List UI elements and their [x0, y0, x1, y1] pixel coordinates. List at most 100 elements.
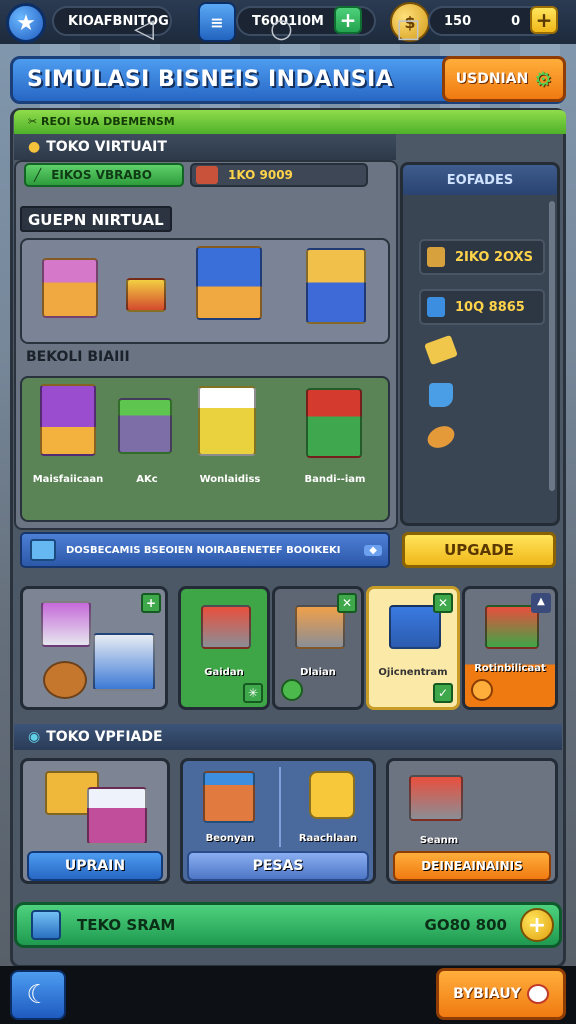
upgrade-card-2-caption-left: Beonyan	[205, 833, 255, 844]
upgrade-card-2[interactable]: Beonyan Raachlaan PESAS	[180, 758, 376, 884]
upgrade-card-3-caption: Seanm	[419, 835, 459, 846]
chat-bubble-icon	[526, 984, 549, 1004]
upgrade-card-1[interactable]: UPRAIN	[20, 758, 170, 884]
side-panel: EOFADES 2IKO 2OXS 10Q 8865	[400, 162, 560, 526]
upgrade-card-3-button-label: DEINEAINAINIS	[421, 859, 523, 873]
add-card-button[interactable]: +	[141, 593, 161, 613]
cart-card-3-label: Ojicnentram	[378, 667, 448, 678]
upgrade-info-text: DOSBECAMIS BSEOIEN NOIRABENETEF BOOIKEKI	[66, 544, 341, 556]
blue-box-icon	[427, 297, 445, 317]
leaf-icon[interactable]	[281, 679, 303, 701]
building-icon	[41, 601, 91, 647]
counter-icon-blue	[93, 633, 155, 691]
upgrade-card-3[interactable]: Seanm DEINEAINAINIS	[386, 758, 558, 884]
leaf-badge-icon: ◉	[28, 729, 41, 745]
settings-button[interactable]: USDNIAN ⚙	[442, 56, 566, 102]
yellow-bin-icon[interactable]	[198, 386, 256, 456]
pencil-icon: ╱	[34, 168, 42, 182]
profile-star-icon[interactable]: ★	[6, 3, 46, 43]
upgrade-card-2-button[interactable]: PESAS	[187, 851, 369, 881]
upgrade-button[interactable]: UPGADE	[402, 532, 556, 568]
gems-secondary-value: 0	[511, 13, 521, 29]
green-status-chip[interactable]: ╱ EIKOS VBRABO	[24, 163, 184, 187]
cart-card-3[interactable]: Ojicnentram ✕ ✓	[366, 586, 460, 710]
add-gems-button[interactable]: +	[530, 6, 558, 34]
cart-card-3-close[interactable]: ✕	[433, 593, 453, 613]
cart-card-3-action[interactable]: ✓	[433, 683, 453, 703]
coin-icon: ●	[28, 139, 41, 155]
upgrade-card-3-button[interactable]: DEINEAINAINIS	[393, 851, 551, 881]
side-chip-1[interactable]: 2IKO 2OXS	[419, 239, 545, 275]
back-icon[interactable]: ◁	[134, 14, 154, 44]
cart-stack-icon[interactable]	[306, 248, 366, 324]
recents-icon[interactable]: □	[396, 14, 421, 44]
vending-stall-icon[interactable]	[196, 246, 262, 320]
toko-virtual-header: ● TOKO VIRTUAIT	[14, 134, 396, 160]
bekal-item-1-label: Maisfaiicaan	[32, 474, 104, 485]
purple-cart-icon[interactable]	[118, 398, 172, 454]
upgrade-card-2-caption-right: Raachlaan	[298, 833, 358, 844]
upgrade-button-label: UPGADE	[444, 541, 514, 559]
side-chip-1-value: 2IKO 2OXS	[455, 249, 533, 265]
shopping-cart-icon	[409, 775, 463, 821]
orange-stall-icon	[203, 771, 255, 823]
side-chip-2-value: 10Q 8865	[455, 299, 525, 315]
side-scrollbar[interactable]	[549, 201, 555, 491]
side-panel-title: EOFADES	[403, 165, 557, 195]
counter-value: 1KO 9009	[228, 168, 293, 182]
orange-coin-icon	[471, 679, 493, 701]
gems-value: 150	[444, 13, 472, 29]
gudang-label: GUEPN NIRTUAL	[20, 206, 172, 232]
boot-icon[interactable]	[429, 383, 453, 407]
game-title: SIMULASI BISNEIS INDANSIA	[27, 67, 394, 92]
cart-card-4-label: Rotinbilicaat	[474, 663, 546, 674]
counter-chip: 1KO 9009	[190, 163, 368, 187]
gear-icon: ⚙	[534, 67, 553, 91]
upgrade-card-1-button-label: UPRAIN	[64, 858, 126, 874]
store-build-card[interactable]: +	[20, 586, 168, 710]
cart-card-1-action[interactable]: ✳	[243, 683, 263, 703]
green-banner: ✂ REOI SUA DBEMENSM	[14, 110, 566, 134]
cart-card-2[interactable]: Dlaian ✕	[272, 586, 364, 710]
tools-icon: ✂	[28, 115, 42, 128]
shop-stall-icon-1[interactable]	[42, 258, 98, 318]
toko-virtual-title: TOKO VIRTUAIT	[46, 139, 167, 155]
green-cart-icon[interactable]	[306, 388, 362, 458]
cart-icon-1	[201, 605, 251, 649]
cart-card-2-close[interactable]: ✕	[337, 593, 357, 613]
add-coins-button[interactable]: +	[334, 6, 362, 34]
bekal-label: BEKOLI BIAIII	[26, 349, 130, 365]
bekal-item-3-label: Wonlaidiss	[199, 474, 261, 485]
add-funds-button[interactable]: +	[520, 908, 554, 942]
banner-text: REOI SUA DBEMENSM	[41, 115, 175, 128]
corner-action-label: BYBIAUY	[453, 986, 521, 1002]
bread-icon[interactable]	[424, 422, 458, 452]
side-chip-2[interactable]: 10Q 8865	[419, 289, 545, 325]
dropdown-icon[interactable]: ◆	[364, 544, 382, 556]
crate-icon[interactable]	[126, 278, 166, 312]
toko-upgrade-header: ◉ TOKO VPFIADE	[14, 724, 562, 750]
upgrade-card-2-button-label: PESAS	[252, 858, 304, 874]
settings-button-label: USDNIAN	[455, 71, 529, 87]
moon-button[interactable]: ☾	[10, 970, 66, 1020]
cart-card-4[interactable]: Rotinbilicaat ▲	[462, 586, 558, 710]
home-icon[interactable]: ○	[270, 14, 293, 44]
counter-icon	[196, 166, 218, 184]
jar-icon	[427, 247, 445, 267]
card-4-corner-icon[interactable]: ▲	[531, 593, 551, 613]
shop-kiosk-icon	[87, 787, 147, 845]
ticket-icon[interactable]	[424, 334, 458, 366]
upgrade-card-1-button[interactable]: UPRAIN	[27, 851, 163, 881]
storefront-icon[interactable]	[40, 384, 96, 456]
upgrade-info-bar[interactable]: DOSBECAMIS BSEOIEN NOIRABENETEF BOOIKEKI…	[20, 532, 390, 568]
blueprint-icon	[30, 539, 56, 561]
bekal-item-4-label: Bandi--iam	[304, 474, 366, 485]
corner-action-button[interactable]: BYBIAUY	[436, 968, 566, 1020]
toko-sram-label: TEKO SRAM	[77, 916, 176, 934]
barrel-icon	[43, 661, 87, 699]
blue-crate-icon	[31, 910, 61, 940]
toko-sram-value: GO80 800	[424, 916, 507, 934]
yellow-badge-icon	[309, 771, 355, 819]
toko-sram-bar[interactable]: TEKO SRAM GO80 800	[14, 902, 562, 948]
cart-card-1[interactable]: Gaidan ✳	[178, 586, 270, 710]
